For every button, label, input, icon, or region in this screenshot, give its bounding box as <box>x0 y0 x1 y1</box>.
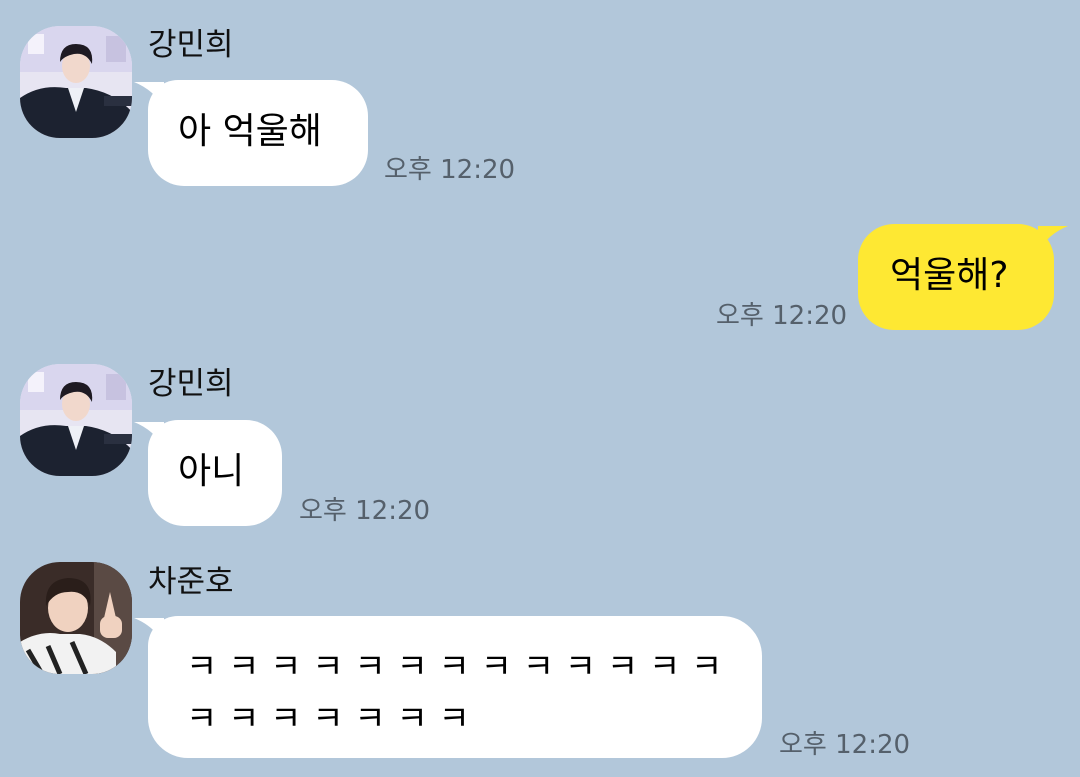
bubble-tail <box>134 82 164 108</box>
avatar-cha-junho[interactable] <box>20 562 132 674</box>
avatar-kang-minhee[interactable] <box>20 26 132 138</box>
message-time: 오후 12:20 <box>384 155 516 185</box>
sender-name: 차준호 <box>148 564 234 600</box>
message-text: 억울해? <box>890 255 1009 296</box>
sender-name: 강민희 <box>148 366 234 402</box>
bubble-tail <box>1038 226 1068 252</box>
message-text: 아 억울해 <box>178 111 322 152</box>
message-bubble[interactable]: ㅋ ㅋ ㅋ ㅋ ㅋ ㅋ ㅋ ㅋ ㅋ ㅋ ㅋ ㅋ ㅋ ㅋ ㅋ ㅋ ㅋ ㅋ ㅋ ㅋ <box>134 616 762 758</box>
message-text-line: ㅋ ㅋ ㅋ ㅋ ㅋ ㅋ ㅋ ㅋ ㅋ ㅋ ㅋ ㅋ ㅋ <box>186 647 723 687</box>
profile-photo-icon <box>20 562 132 674</box>
message-bubble[interactable]: 억울해? <box>858 224 1068 330</box>
sender-name: 강민희 <box>148 27 234 63</box>
profile-photo-icon <box>20 26 132 138</box>
message-bubble[interactable]: 아 억울해 <box>134 80 368 186</box>
bubble-tail <box>134 618 164 644</box>
message-bubble[interactable]: 아니 <box>134 420 282 526</box>
chat-room: 강민희 아 억울해 오후 12:20 오후 12:20 억울해? 강민희 아니 … <box>0 0 1080 777</box>
message-text-line: ㅋ ㅋ ㅋ ㅋ ㅋ ㅋ ㅋ <box>186 699 470 739</box>
avatar-kang-minhee[interactable] <box>20 364 132 476</box>
message-text: 아니 <box>178 451 245 492</box>
message-time: 오후 12:20 <box>716 301 848 331</box>
message-time: 오후 12:20 <box>299 496 431 526</box>
profile-photo-icon <box>20 364 132 476</box>
message-time: 오후 12:20 <box>779 730 911 760</box>
bubble-tail <box>134 422 164 448</box>
